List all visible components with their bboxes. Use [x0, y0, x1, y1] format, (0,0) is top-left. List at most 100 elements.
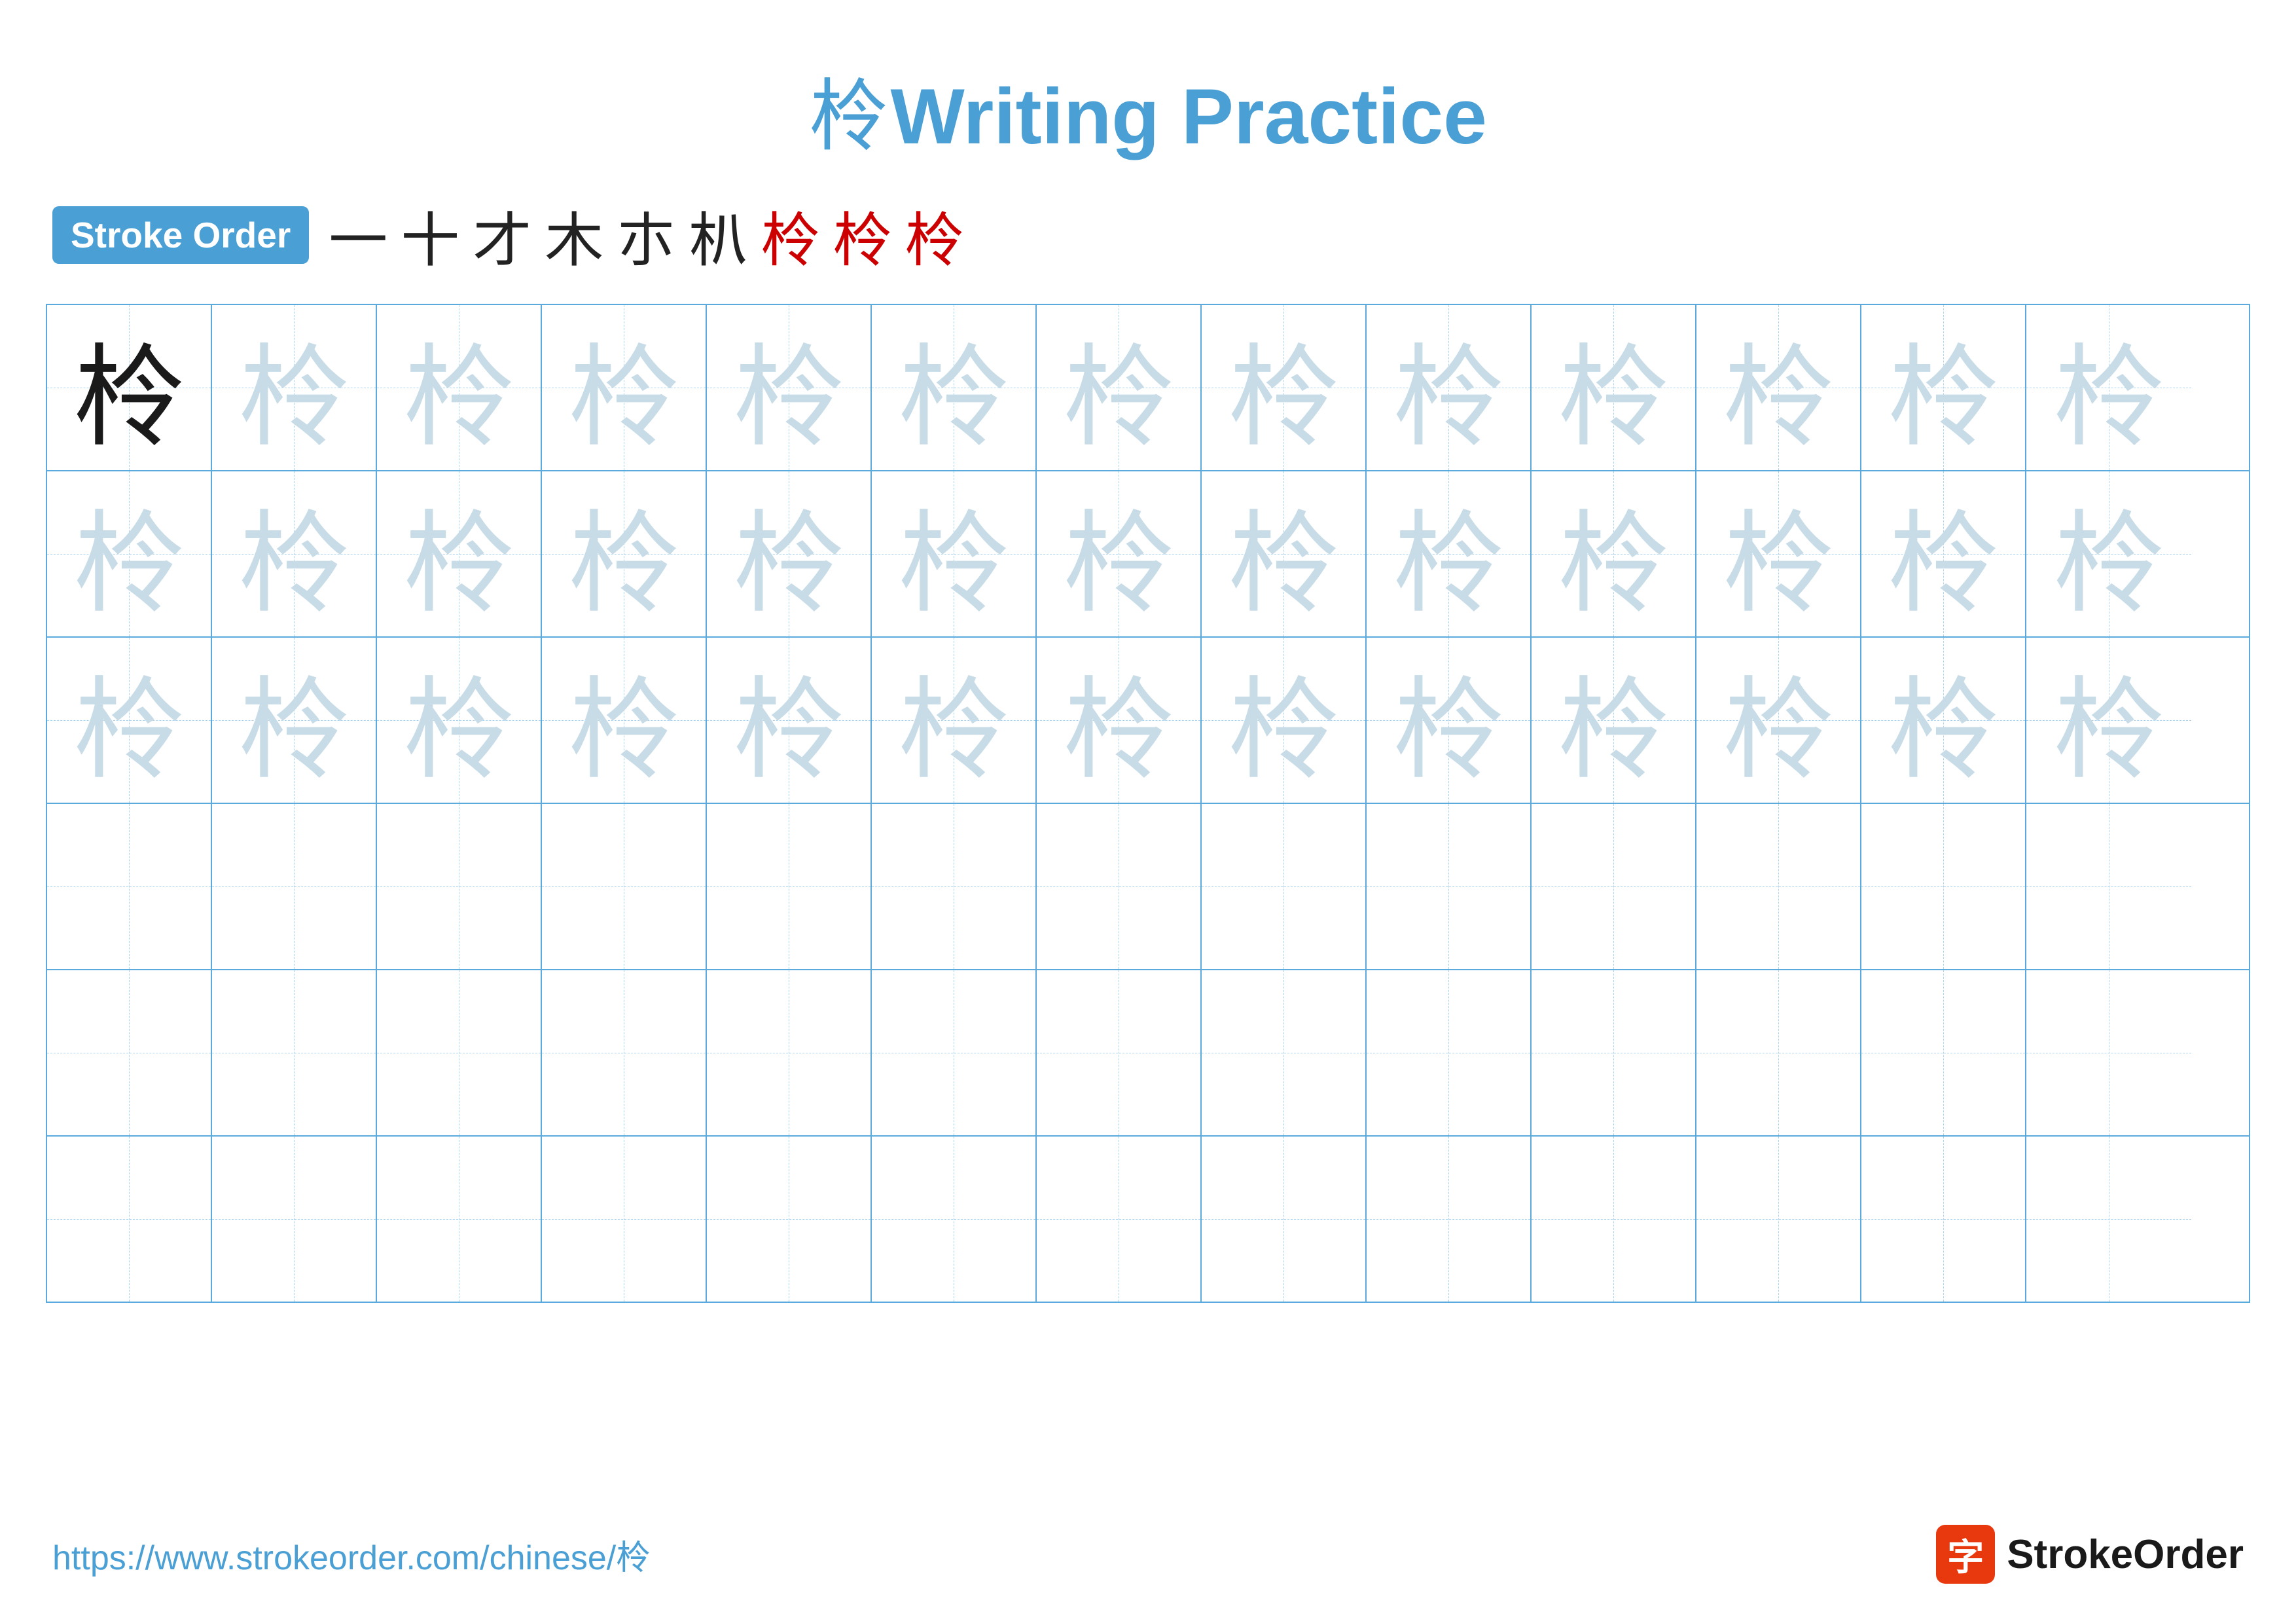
grid-cell-r4-c11[interactable]: [1696, 804, 1861, 969]
grid-cell-r5-c5[interactable]: [707, 970, 872, 1135]
grid-cell-r4-c9[interactable]: [1367, 804, 1532, 969]
grid-row-1: 柃 柃 柃 柃 柃 柃 柃 柃 柃 柃 柃 柃 柃: [47, 305, 2249, 471]
grid-cell-r2-c3[interactable]: 柃: [377, 471, 542, 636]
grid-row-4: [47, 804, 2249, 970]
strokeorder-logo-icon: 字: [1936, 1525, 1995, 1584]
strokeorder-logo-text: StrokeOrder: [2007, 1531, 2244, 1578]
grid-cell-r6-c1[interactable]: [47, 1137, 212, 1302]
grid-cell-r4-c10[interactable]: [1532, 804, 1696, 969]
grid-cell-r4-c4[interactable]: [542, 804, 707, 969]
grid-cell-r5-c1[interactable]: [47, 970, 212, 1135]
grid-cell-r2-c4[interactable]: 柃: [542, 471, 707, 636]
grid-cell-r4-c3[interactable]: [377, 804, 542, 969]
grid-cell-r2-c13[interactable]: 柃: [2026, 471, 2191, 636]
grid-cell-r3-c1[interactable]: 柃: [47, 638, 212, 803]
grid-cell-r5-c11[interactable]: [1696, 970, 1861, 1135]
grid-cell-r2-c12[interactable]: 柃: [1861, 471, 2026, 636]
grid-cell-r1-c8[interactable]: 柃: [1202, 305, 1367, 470]
grid-cell-r6-c10[interactable]: [1532, 1137, 1696, 1302]
grid-cell-r1-c2[interactable]: 柃: [212, 305, 377, 470]
grid-cell-r4-c8[interactable]: [1202, 804, 1367, 969]
grid-cell-r5-c8[interactable]: [1202, 970, 1367, 1135]
stroke-1: 一: [329, 192, 387, 278]
practice-grid: 柃 柃 柃 柃 柃 柃 柃 柃 柃 柃 柃 柃 柃 柃 柃 柃 柃 柃 柃 柃 …: [46, 304, 2250, 1303]
grid-cell-r5-c12[interactable]: [1861, 970, 2026, 1135]
grid-cell-r5-c3[interactable]: [377, 970, 542, 1135]
grid-cell-r2-c9[interactable]: 柃: [1367, 471, 1532, 636]
grid-cell-r5-c10[interactable]: [1532, 970, 1696, 1135]
footer-url: https://www.strokeorder.com/chinese/柃: [52, 1530, 650, 1579]
grid-cell-r1-c5[interactable]: 柃: [707, 305, 872, 470]
stroke-order-row: Stroke Order 一 十 才 木 朩 朳 柃 柃 柃: [0, 192, 2296, 278]
grid-cell-r1-c10[interactable]: 柃: [1532, 305, 1696, 470]
grid-cell-r4-c1[interactable]: [47, 804, 212, 969]
grid-cell-r1-c7[interactable]: 柃: [1037, 305, 1202, 470]
grid-cell-r2-c7[interactable]: 柃: [1037, 471, 1202, 636]
grid-cell-r5-c9[interactable]: [1367, 970, 1532, 1135]
grid-cell-r3-c7[interactable]: 柃: [1037, 638, 1202, 803]
grid-cell-r5-c6[interactable]: [872, 970, 1037, 1135]
stroke-2: 十: [401, 192, 459, 278]
grid-cell-r4-c6[interactable]: [872, 804, 1037, 969]
grid-cell-r2-c1[interactable]: 柃: [47, 471, 212, 636]
stroke-sequence: 一 十 才 木 朩 朳 柃 柃 柃: [329, 192, 963, 278]
grid-cell-r6-c5[interactable]: [707, 1137, 872, 1302]
grid-cell-r2-c6[interactable]: 柃: [872, 471, 1037, 636]
grid-cell-r3-c3[interactable]: 柃: [377, 638, 542, 803]
grid-cell-r1-c6[interactable]: 柃: [872, 305, 1037, 470]
title-chinese: 柃: [809, 73, 888, 160]
grid-cell-r1-c12[interactable]: 柃: [1861, 305, 2026, 470]
grid-cell-r3-c5[interactable]: 柃: [707, 638, 872, 803]
grid-cell-r1-c1[interactable]: 柃: [47, 305, 212, 470]
title-english: Writing Practice: [891, 73, 1487, 160]
stroke-order-badge: Stroke Order: [52, 206, 309, 264]
stroke-8: 柃: [833, 192, 891, 278]
grid-cell-r4-c5[interactable]: [707, 804, 872, 969]
grid-cell-r3-c6[interactable]: 柃: [872, 638, 1037, 803]
grid-cell-r4-c2[interactable]: [212, 804, 377, 969]
grid-cell-r4-c13[interactable]: [2026, 804, 2191, 969]
grid-cell-r6-c3[interactable]: [377, 1137, 542, 1302]
grid-cell-r3-c11[interactable]: 柃: [1696, 638, 1861, 803]
stroke-4: 木: [545, 192, 603, 278]
grid-cell-r5-c2[interactable]: [212, 970, 377, 1135]
grid-row-2: 柃 柃 柃 柃 柃 柃 柃 柃 柃 柃 柃 柃 柃: [47, 471, 2249, 638]
grid-cell-r1-c13[interactable]: 柃: [2026, 305, 2191, 470]
grid-cell-r2-c5[interactable]: 柃: [707, 471, 872, 636]
grid-cell-r6-c9[interactable]: [1367, 1137, 1532, 1302]
grid-cell-r1-c9[interactable]: 柃: [1367, 305, 1532, 470]
grid-cell-r4-c7[interactable]: [1037, 804, 1202, 969]
grid-row-3: 柃 柃 柃 柃 柃 柃 柃 柃 柃 柃 柃 柃 柃: [47, 638, 2249, 804]
grid-cell-r3-c8[interactable]: 柃: [1202, 638, 1367, 803]
grid-cell-r3-c13[interactable]: 柃: [2026, 638, 2191, 803]
grid-cell-r1-c4[interactable]: 柃: [542, 305, 707, 470]
grid-cell-r3-c12[interactable]: 柃: [1861, 638, 2026, 803]
grid-cell-r1-c11[interactable]: 柃: [1696, 305, 1861, 470]
grid-cell-r6-c7[interactable]: [1037, 1137, 1202, 1302]
grid-cell-r2-c8[interactable]: 柃: [1202, 471, 1367, 636]
grid-cell-r6-c2[interactable]: [212, 1137, 377, 1302]
grid-cell-r3-c10[interactable]: 柃: [1532, 638, 1696, 803]
grid-cell-r5-c4[interactable]: [542, 970, 707, 1135]
grid-cell-r6-c6[interactable]: [872, 1137, 1037, 1302]
grid-cell-r6-c11[interactable]: [1696, 1137, 1861, 1302]
grid-cell-r1-c3[interactable]: 柃: [377, 305, 542, 470]
grid-cell-r3-c9[interactable]: 柃: [1367, 638, 1532, 803]
page-title: 柃 Writing Practice: [0, 0, 2296, 166]
grid-cell-r3-c2[interactable]: 柃: [212, 638, 377, 803]
stroke-3: 才: [473, 192, 531, 278]
grid-cell-r2-c11[interactable]: 柃: [1696, 471, 1861, 636]
grid-cell-r6-c12[interactable]: [1861, 1137, 2026, 1302]
grid-cell-r4-c12[interactable]: [1861, 804, 2026, 969]
grid-cell-r6-c8[interactable]: [1202, 1137, 1367, 1302]
grid-row-5: [47, 970, 2249, 1137]
grid-cell-r6-c4[interactable]: [542, 1137, 707, 1302]
grid-cell-r6-c13[interactable]: [2026, 1137, 2191, 1302]
grid-cell-r5-c13[interactable]: [2026, 970, 2191, 1135]
footer-logo: 字 StrokeOrder: [1936, 1525, 2244, 1584]
grid-cell-r5-c7[interactable]: [1037, 970, 1202, 1135]
grid-cell-r3-c4[interactable]: 柃: [542, 638, 707, 803]
grid-cell-r2-c2[interactable]: 柃: [212, 471, 377, 636]
stroke-9: 柃: [905, 192, 963, 278]
grid-cell-r2-c10[interactable]: 柃: [1532, 471, 1696, 636]
